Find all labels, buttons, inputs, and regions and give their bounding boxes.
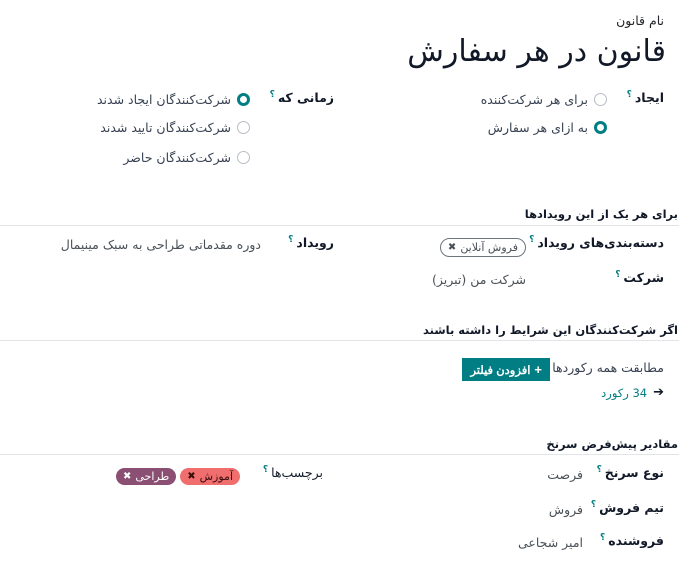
- tag-design: طراحی ✖: [115, 468, 177, 485]
- help-icon[interactable]: ؟: [270, 90, 275, 100]
- salesperson-value[interactable]: امیر شجاعی: [518, 535, 583, 550]
- when-option-confirmed[interactable]: شرکت‌کنندگان تایید شدند: [100, 120, 250, 135]
- domain-match-text: مطابقت همه رکوردها: [552, 360, 664, 375]
- when-option-attended[interactable]: شرکت‌کنندگان حاضر: [123, 150, 250, 165]
- lead-type-label: نوع سرنخ: [604, 465, 664, 481]
- add-filter-label: افزودن فیلتر: [470, 364, 531, 377]
- help-icon[interactable]: ؟: [591, 500, 596, 510]
- section-divider: [0, 454, 679, 455]
- event-category-tag: فروش آنلاین ✖: [439, 238, 526, 257]
- tags-label: برچسب‌ها: [271, 465, 323, 481]
- radio-label: به ازای هر سفارش: [487, 120, 588, 135]
- conditions-section-title: اگر شرکت‌کنندگان این شرایط را داشته باشن…: [423, 323, 678, 337]
- radio-unchecked-icon[interactable]: [237, 121, 250, 134]
- sales-team-label: تیم فروش: [599, 500, 664, 516]
- section-divider: [0, 225, 679, 226]
- tags-input[interactable]: آموزش ✖ طراحی ✖: [115, 468, 240, 485]
- help-icon[interactable]: ؟: [600, 533, 605, 543]
- tags-field-label: برچسب‌ها؟: [263, 465, 323, 480]
- tag-label: طراحی: [135, 470, 170, 483]
- sales-team-field-label: تیم فروش؟: [591, 500, 664, 515]
- records-link[interactable]: ➔ 34 رکورد: [601, 385, 664, 400]
- defaults-section-title: مقادیر پیش‌فرض سرنخ: [546, 437, 678, 451]
- create-field-label: ایجاد؟: [627, 90, 664, 105]
- radio-checked-icon[interactable]: [237, 93, 250, 106]
- when-option-created[interactable]: شرکت‌کنندگان ایجاد شدند: [97, 92, 250, 107]
- when-field-label: زمانی که؟: [270, 90, 334, 105]
- salesperson-field-label: فروشنده؟: [600, 533, 664, 548]
- rule-name-label: نام قانون: [616, 13, 664, 28]
- radio-checked-icon[interactable]: [594, 121, 607, 134]
- help-icon[interactable]: ؟: [529, 235, 534, 245]
- arrow-right-icon: ➔: [653, 385, 664, 400]
- lead-rule-form: نام قانون قانون در هر سفارش ایجاد؟ برای …: [0, 0, 691, 576]
- section-divider: [0, 340, 679, 341]
- create-label: ایجاد: [634, 90, 664, 106]
- remove-tag-icon[interactable]: ✖: [123, 469, 131, 484]
- add-filter-button[interactable]: + افزودن فیلتر: [462, 358, 550, 381]
- radio-unchecked-icon[interactable]: [594, 93, 607, 106]
- create-option-per-attendee[interactable]: برای هر شرکت‌کننده: [481, 92, 607, 107]
- event-categories-input[interactable]: فروش آنلاین ✖: [439, 238, 526, 257]
- plus-icon: +: [534, 362, 542, 377]
- salesperson-label: فروشنده: [608, 533, 664, 549]
- when-label: زمانی که: [277, 90, 334, 106]
- help-icon[interactable]: ؟: [627, 90, 632, 100]
- event-categories-field-label: دسته‌بندی‌های رویداد؟: [529, 235, 664, 250]
- event-label: رویداد: [296, 235, 334, 251]
- sales-team-value[interactable]: فروش: [549, 502, 583, 517]
- events-section-title: برای هر یک از این رویدادها: [524, 207, 678, 221]
- radio-unchecked-icon[interactable]: [237, 151, 250, 164]
- company-value[interactable]: شرکت من (تبریز): [432, 272, 526, 287]
- tag-label: آموزش: [199, 470, 233, 483]
- radio-label: شرکت‌کنندگان حاضر: [123, 150, 231, 165]
- help-icon[interactable]: ؟: [597, 465, 602, 475]
- help-icon[interactable]: ؟: [288, 235, 293, 245]
- help-icon[interactable]: ؟: [263, 465, 268, 475]
- radio-label: شرکت‌کنندگان تایید شدند: [100, 120, 231, 135]
- company-field-label: شرکت؟: [615, 270, 664, 285]
- event-value[interactable]: دوره مقدماتی طراحی به سبک مینیمال: [61, 237, 261, 252]
- radio-label: برای هر شرکت‌کننده: [480, 92, 588, 107]
- records-count-link[interactable]: 34 رکورد: [601, 386, 647, 400]
- tag-label: فروش آنلاین: [460, 241, 518, 254]
- remove-tag-icon[interactable]: ✖: [187, 469, 195, 484]
- remove-tag-icon[interactable]: ✖: [448, 240, 456, 255]
- help-icon[interactable]: ؟: [615, 270, 620, 280]
- event-field-label: رویداد؟: [288, 235, 334, 250]
- tag-education: آموزش ✖: [180, 468, 240, 485]
- rule-name-field[interactable]: قانون در هر سفارش: [407, 34, 666, 69]
- lead-type-value[interactable]: فرصت: [547, 467, 583, 482]
- company-label: شرکت: [623, 270, 664, 286]
- lead-type-field-label: نوع سرنخ؟: [597, 465, 664, 480]
- create-option-per-order[interactable]: به ازای هر سفارش: [488, 120, 607, 135]
- event-categories-label: دسته‌بندی‌های رویداد: [537, 235, 664, 251]
- radio-label: شرکت‌کنندگان ایجاد شدند: [96, 92, 231, 107]
